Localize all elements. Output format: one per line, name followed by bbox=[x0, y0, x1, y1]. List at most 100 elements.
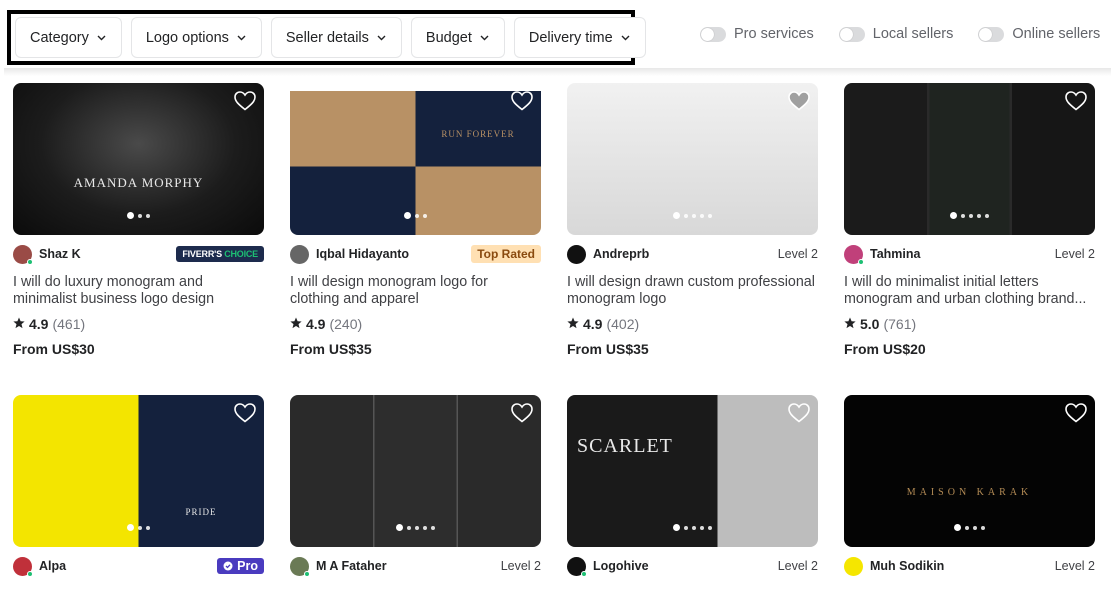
heart-icon[interactable] bbox=[788, 403, 810, 423]
heart-icon[interactable] bbox=[234, 91, 256, 111]
gig-thumbnail[interactable]: RUN FOREVER bbox=[290, 83, 541, 235]
carousel-dot[interactable] bbox=[404, 212, 411, 219]
gig-title[interactable]: I will design drawn custom professional … bbox=[567, 274, 818, 308]
heart-icon[interactable] bbox=[1065, 91, 1087, 111]
chevron-down-icon bbox=[480, 33, 490, 43]
star-icon bbox=[844, 316, 856, 332]
carousel-dot[interactable] bbox=[708, 213, 712, 218]
budget-filter[interactable]: Budget bbox=[410, 17, 505, 58]
gig-card[interactable]: Tahmina Level 2 I will do minimalist ini… bbox=[844, 83, 1095, 357]
carousel-dot[interactable] bbox=[423, 525, 427, 530]
carousel-dot[interactable] bbox=[138, 213, 142, 218]
carousel-dot[interactable] bbox=[407, 525, 411, 530]
heart-icon[interactable] bbox=[511, 403, 533, 423]
carousel-dot[interactable] bbox=[954, 524, 961, 531]
carousel-dot[interactable] bbox=[969, 213, 973, 218]
carousel-dot[interactable] bbox=[396, 524, 403, 531]
carousel-dot[interactable] bbox=[692, 525, 696, 530]
toggle-switch[interactable] bbox=[978, 26, 1005, 42]
avatar[interactable] bbox=[567, 244, 586, 264]
carousel-dot[interactable] bbox=[127, 212, 134, 219]
gig-card[interactable]: MAISON KARAK Muh Sodikin Level 2 bbox=[844, 395, 1095, 577]
carousel-dots bbox=[290, 524, 541, 531]
heart-icon[interactable] bbox=[788, 91, 810, 111]
delivery-time-filter[interactable]: Delivery time bbox=[513, 17, 646, 58]
carousel-dot[interactable] bbox=[700, 525, 704, 530]
gig-thumbnail[interactable]: MAISON KARAK bbox=[844, 395, 1095, 547]
gig-card[interactable]: RUN FOREVER Iqbal Hidayanto Top Rated I … bbox=[290, 83, 541, 357]
carousel-dot[interactable] bbox=[684, 213, 688, 218]
gig-thumbnail[interactable]: PRIDE bbox=[13, 395, 264, 547]
toggle-switch[interactable] bbox=[700, 26, 726, 42]
seller-name[interactable]: Muh Sodikin bbox=[870, 559, 1055, 573]
gig-thumbnail[interactable] bbox=[290, 395, 541, 547]
carousel-dot[interactable] bbox=[973, 525, 977, 530]
filter-label: Seller details bbox=[285, 29, 369, 46]
gig-thumbnail[interactable]: AMANDA MORPHY bbox=[13, 83, 264, 235]
seller-name[interactable]: Iqbal Hidayanto bbox=[316, 247, 471, 261]
seller-name[interactable]: Logohive bbox=[593, 559, 778, 573]
heart-icon[interactable] bbox=[1065, 403, 1087, 423]
category-filter[interactable]: Category bbox=[15, 17, 122, 58]
carousel-dot[interactable] bbox=[684, 525, 688, 530]
carousel-dot[interactable] bbox=[692, 213, 696, 218]
seller-level: Level 2 bbox=[777, 559, 818, 573]
carousel-dot[interactable] bbox=[961, 213, 965, 218]
heart-icon[interactable] bbox=[511, 91, 533, 111]
seller-name[interactable]: Andreprb bbox=[593, 247, 778, 261]
carousel-dots bbox=[13, 524, 264, 531]
seller-name[interactable]: Shaz K bbox=[39, 247, 176, 261]
carousel-dot[interactable] bbox=[673, 524, 680, 531]
gig-title[interactable]: I will do minimalist initial letters mon… bbox=[844, 274, 1095, 308]
gig-card[interactable]: M A Fataher Level 2 bbox=[290, 395, 541, 577]
carousel-dot[interactable] bbox=[965, 525, 969, 530]
avatar[interactable] bbox=[290, 244, 309, 264]
carousel-dot[interactable] bbox=[977, 213, 981, 218]
seller-level: Level 2 bbox=[1054, 247, 1095, 261]
seller-name[interactable]: Alpa bbox=[39, 559, 217, 573]
review-count: (461) bbox=[52, 316, 86, 332]
gig-card[interactable]: Andreprb Level 2 I will design drawn cus… bbox=[567, 83, 818, 357]
gig-card[interactable]: SCARLET Logohive Level 2 bbox=[567, 395, 818, 577]
carousel-dot[interactable] bbox=[981, 525, 985, 530]
online-sellers-toggle[interactable]: Online sellers bbox=[978, 26, 1100, 42]
gig-title[interactable]: I will do luxury monogram and minimalist… bbox=[13, 274, 264, 308]
seller-row: Alpa Pro bbox=[13, 555, 264, 577]
avatar[interactable] bbox=[13, 244, 33, 265]
carousel-dot[interactable] bbox=[415, 525, 419, 530]
carousel-dot[interactable] bbox=[700, 213, 704, 218]
pro-services-toggle[interactable]: Pro services bbox=[700, 26, 814, 42]
gig-rating: 4.9 (461) bbox=[13, 316, 264, 332]
review-count: (402) bbox=[606, 316, 640, 332]
logo-options-filter[interactable]: Logo options bbox=[130, 17, 262, 58]
gig-card[interactable]: AMANDA MORPHY Shaz K FIVERR'S CHOICE I w… bbox=[13, 83, 264, 357]
carousel-dot[interactable] bbox=[985, 213, 989, 218]
carousel-dot[interactable] bbox=[708, 525, 712, 530]
carousel-dot[interactable] bbox=[138, 525, 142, 530]
seller-details-filter[interactable]: Seller details bbox=[270, 17, 402, 58]
seller-name[interactable]: Tahmina bbox=[870, 247, 1055, 261]
avatar[interactable] bbox=[13, 556, 33, 577]
carousel-dot[interactable] bbox=[127, 524, 134, 531]
local-sellers-toggle[interactable]: Local sellers bbox=[838, 26, 953, 42]
avatar[interactable] bbox=[290, 556, 310, 577]
gig-title[interactable]: I will design monogram logo for clothing… bbox=[290, 274, 541, 308]
avatar[interactable] bbox=[844, 244, 864, 265]
avatar[interactable] bbox=[844, 556, 863, 576]
toggle-switch[interactable] bbox=[838, 26, 865, 42]
avatar[interactable] bbox=[567, 556, 587, 577]
heart-icon[interactable] bbox=[234, 403, 256, 423]
gig-thumbnail[interactable]: SCARLET bbox=[567, 395, 818, 547]
carousel-dot[interactable] bbox=[673, 212, 680, 219]
carousel-dot[interactable] bbox=[415, 213, 419, 218]
toggle-label: Pro services bbox=[734, 26, 814, 42]
gig-card[interactable]: PRIDE Alpa Pro bbox=[13, 395, 264, 577]
gig-thumbnail[interactable] bbox=[567, 83, 818, 235]
carousel-dot[interactable] bbox=[423, 213, 427, 218]
carousel-dot[interactable] bbox=[431, 525, 435, 530]
gig-thumbnail[interactable] bbox=[844, 83, 1095, 235]
seller-name[interactable]: M A Fataher bbox=[316, 559, 501, 573]
carousel-dot[interactable] bbox=[146, 525, 150, 530]
carousel-dot[interactable] bbox=[950, 212, 957, 219]
carousel-dot[interactable] bbox=[146, 213, 150, 218]
